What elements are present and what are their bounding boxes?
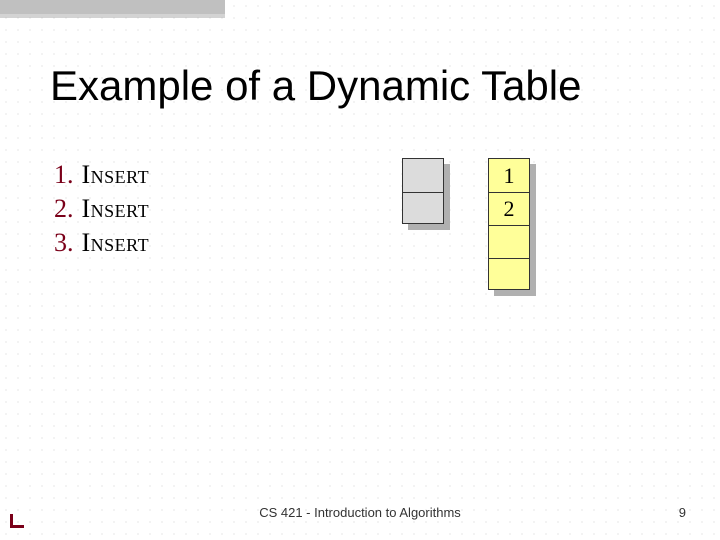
list-number: 1.: [54, 160, 74, 190]
footer-course: CS 421 - Introduction to Algorithms: [0, 505, 720, 520]
old-table: [402, 158, 444, 224]
list-op: Insert: [82, 194, 150, 224]
list-item: 2. Insert: [54, 194, 149, 224]
header-band-shadow: [0, 14, 225, 18]
operations-list: 1. Insert 2. Insert 3. Insert: [54, 160, 149, 262]
list-number: 2.: [54, 194, 74, 224]
header-band: [0, 0, 225, 14]
corner-accent-icon: [10, 514, 24, 528]
list-op: Insert: [82, 160, 150, 190]
table-cell-value: 2: [489, 196, 529, 222]
list-item: 1. Insert: [54, 160, 149, 190]
list-item: 3. Insert: [54, 228, 149, 258]
new-table: 1 2: [488, 158, 530, 290]
slide-title: Example of a Dynamic Table: [50, 62, 581, 110]
list-number: 3.: [54, 228, 74, 258]
list-op: Insert: [82, 228, 150, 258]
slide-number: 9: [679, 505, 686, 520]
table-cell-value: 1: [489, 163, 529, 189]
